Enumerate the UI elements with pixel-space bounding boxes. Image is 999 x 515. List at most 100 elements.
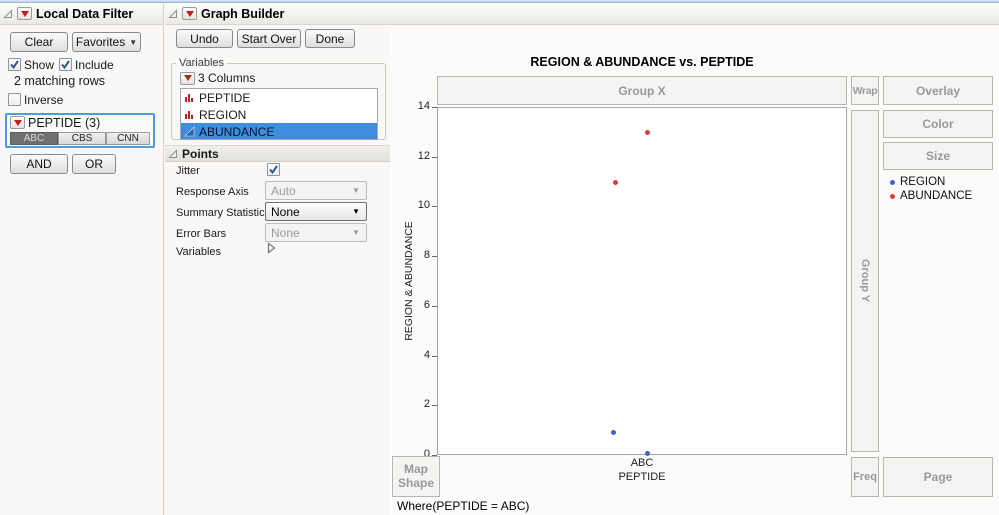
show-checkbox[interactable]: [8, 58, 21, 71]
summary-statistic-label: Summary Statistic: [176, 207, 265, 219]
graph-builder-header: Graph Builder: [165, 3, 999, 25]
points-section-title: Points: [182, 146, 219, 161]
jitter-checkbox[interactable]: [267, 163, 280, 176]
list-item-region[interactable]: REGION: [181, 106, 377, 123]
y-tick-label: 4: [423, 348, 430, 361]
y-axis[interactable]: 0 2 4 6 8 10 12 14: [395, 100, 437, 460]
drop-zone-freq[interactable]: Freq: [851, 457, 879, 497]
response-axis-select[interactable]: Auto ▼: [265, 181, 367, 200]
level-button-cbs[interactable]: CBS: [58, 132, 106, 145]
red-triangle-menu-icon[interactable]: [17, 7, 32, 20]
include-label: Include: [75, 58, 114, 72]
jmp-graph-builder-window: Local Data Filter Clear Favorites ▼ Show…: [0, 0, 999, 515]
nominal-column-icon: [185, 111, 193, 119]
plot-area[interactable]: [437, 107, 847, 456]
legend-label: ABUNDANCE: [900, 190, 973, 202]
drop-zone-map-shape[interactable]: Map Shape: [392, 456, 440, 497]
data-point-region[interactable]: [610, 429, 616, 435]
chevron-down-icon: ▼: [352, 186, 360, 195]
data-point-region[interactable]: [644, 451, 650, 456]
peptide-filter-box[interactable]: PEPTIDE (3) ABC CBS CNN: [5, 113, 155, 148]
legend-label: REGION: [900, 176, 946, 188]
inverse-label: Inverse: [24, 93, 64, 107]
chevron-down-icon: ▼: [352, 228, 360, 237]
x-axis-title[interactable]: PEPTIDE: [437, 471, 847, 483]
y-tick-label: 10: [417, 199, 430, 212]
y-tick-mark: [432, 156, 437, 158]
dropdown-arrow-icon: ▼: [129, 37, 138, 47]
checkmark-icon: [10, 60, 19, 70]
legend-item: REGION: [890, 176, 945, 188]
y-tick-mark: [432, 256, 437, 258]
panel-title: Graph Builder: [201, 6, 285, 21]
panel-separator: [163, 4, 164, 515]
variables-group-box: Variables 3 Columns PEPTIDE REGION ABUND…: [171, 57, 386, 140]
checkmark-icon: [61, 60, 70, 70]
undo-button[interactable]: Undo: [176, 29, 233, 48]
columns-row: 3 Columns: [180, 71, 255, 85]
summary-statistic-select[interactable]: None ▼: [265, 202, 367, 221]
level-button-abc[interactable]: ABC: [10, 132, 58, 145]
chevron-down-icon: ▼: [352, 207, 360, 216]
y-tick-mark: [432, 355, 437, 357]
continuous-column-icon: [184, 126, 195, 137]
drop-zone-group-y[interactable]: Group Y: [851, 110, 879, 452]
red-triangle-menu-icon[interactable]: [180, 71, 195, 85]
y-tick-mark: [432, 305, 437, 307]
nominal-column-icon: [185, 94, 193, 102]
error-bars-select[interactable]: None ▼: [265, 223, 367, 242]
show-label: Show: [24, 58, 55, 72]
drop-zone-size[interactable]: Size: [883, 142, 993, 170]
legend-dot: [890, 179, 895, 185]
disclosure-right-icon[interactable]: [267, 242, 276, 254]
y-tick-label: 14: [417, 100, 430, 112]
collapse-triangle-icon[interactable]: [3, 8, 13, 19]
drop-zone-color[interactable]: Color: [883, 110, 993, 138]
checkmark-icon: [269, 165, 278, 175]
y-tick-label: 2: [423, 398, 430, 411]
where-clause-text: Where(PEPTIDE = ABC): [397, 499, 530, 513]
done-button[interactable]: Done: [305, 29, 355, 48]
x-tick-label[interactable]: ABC: [437, 457, 847, 469]
y-tick-label: 12: [417, 149, 430, 162]
error-bars-label: Error Bars: [176, 228, 227, 240]
local-data-filter-panel: Local Data Filter Clear Favorites ▼ Show…: [0, 3, 163, 515]
list-item-abundance[interactable]: ABUNDANCE: [181, 123, 377, 139]
inverse-checkbox[interactable]: [8, 93, 21, 106]
list-item-peptide[interactable]: PEPTIDE: [181, 89, 377, 106]
y-axis-title[interactable]: REGION & ABUNDANCE: [403, 221, 415, 341]
legend-item: ABUNDANCE: [890, 190, 972, 202]
level-button-cnn[interactable]: CNN: [106, 132, 150, 145]
local-data-filter-header: Local Data Filter: [0, 3, 163, 25]
filter-column-name: PEPTIDE (3): [28, 116, 101, 130]
red-triangle-menu-icon[interactable]: [182, 7, 197, 20]
data-point-abundance[interactable]: [644, 130, 650, 136]
favorites-button[interactable]: Favorites ▼: [72, 32, 141, 52]
panel-title: Local Data Filter: [36, 6, 134, 21]
points-section-header[interactable]: Points: [165, 145, 390, 162]
drop-zone-overlay[interactable]: Overlay: [883, 76, 993, 105]
drop-zone-wrap[interactable]: Wrap: [851, 76, 879, 105]
y-tick-mark: [432, 405, 437, 407]
include-checkbox[interactable]: [59, 58, 72, 71]
drop-zone-group-x[interactable]: Group X: [437, 76, 847, 105]
columns-listbox[interactable]: PEPTIDE REGION ABUNDANCE: [180, 88, 378, 140]
red-triangle-menu-icon[interactable]: [10, 116, 25, 129]
legend-dot: [890, 193, 895, 199]
matching-rows-text: 2 matching rows: [14, 74, 106, 88]
y-tick-mark: [432, 107, 437, 108]
collapse-triangle-icon[interactable]: [168, 8, 178, 19]
clear-button[interactable]: Clear: [10, 32, 68, 52]
or-button[interactable]: OR: [72, 154, 116, 174]
drop-zone-page[interactable]: Page: [883, 457, 993, 497]
and-button[interactable]: AND: [10, 154, 68, 174]
jitter-label: Jitter: [176, 165, 200, 177]
points-variables-label: Variables: [176, 246, 222, 258]
y-tick-mark: [432, 206, 437, 208]
graph-title: REGION & ABUNDANCE vs. PEPTIDE: [530, 55, 754, 69]
graph-builder-header-wrap: Graph Builder: [165, 3, 999, 25]
collapse-triangle-icon[interactable]: [168, 148, 178, 159]
columns-count-label: 3 Columns: [198, 71, 256, 85]
start-over-button[interactable]: Start Over: [237, 29, 301, 48]
data-point-abundance[interactable]: [612, 180, 618, 186]
